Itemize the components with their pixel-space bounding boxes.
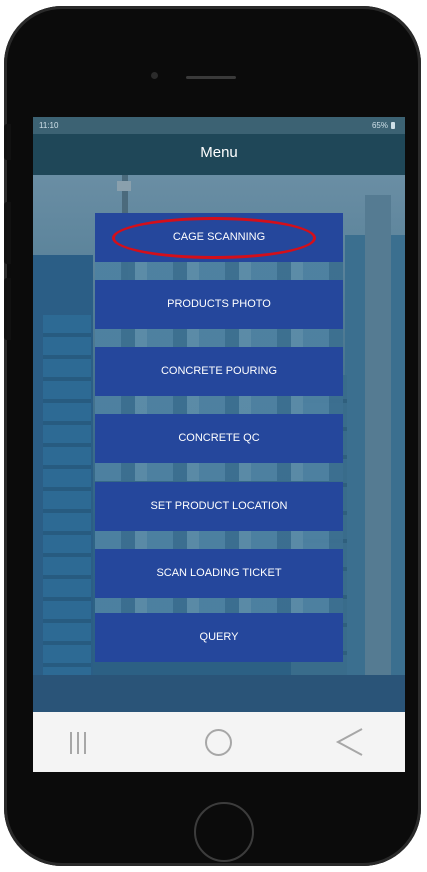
- building-right-column: [365, 195, 391, 712]
- front-camera-icon: [151, 72, 158, 79]
- status-time: 11:10: [39, 121, 59, 130]
- concrete-qc-label: CONCRETE QC: [178, 432, 260, 444]
- set-product-location-button[interactable]: SET PRODUCT LOCATION: [95, 482, 343, 531]
- volume-down-button: [4, 278, 11, 340]
- background-strip: [95, 329, 343, 347]
- battery-percent: 65%: [371, 121, 388, 130]
- page-title: Menu: [200, 144, 238, 161]
- background-strip: [95, 463, 343, 481]
- concrete-pouring-label: CONCRETE POURING: [160, 365, 278, 377]
- highlight-annotation-ring: [112, 217, 316, 259]
- volume-up-button: [4, 202, 11, 264]
- back-icon[interactable]: [335, 726, 365, 758]
- recent-apps-icon[interactable]: [70, 732, 90, 754]
- app-bar: Menu: [33, 134, 405, 175]
- concrete-qc-button[interactable]: CONCRETE QC: [95, 414, 343, 463]
- products-photo-button[interactable]: PRODUCTS PHOTO: [95, 280, 343, 329]
- battery-icon: [391, 122, 395, 129]
- system-nav-bar: [33, 712, 405, 772]
- scan-loading-ticket-label: SCAN LOADING TICKET: [156, 567, 282, 579]
- building-left-windows: [43, 315, 91, 712]
- products-photo-label: PRODUCTS PHOTO: [167, 298, 271, 310]
- ground: [33, 675, 405, 712]
- background-strip: [95, 531, 343, 549]
- scan-loading-ticket-button[interactable]: SCAN LOADING TICKET: [95, 549, 343, 598]
- set-product-location-label: SET PRODUCT LOCATION: [150, 500, 288, 512]
- hardware-home-button[interactable]: [194, 802, 254, 862]
- concrete-pouring-button[interactable]: CONCRETE POURING: [95, 347, 343, 396]
- status-bar: 11:10 65%: [33, 117, 405, 134]
- home-icon[interactable]: [205, 729, 232, 756]
- battery-status: 65%: [372, 121, 395, 130]
- screen: 11:10 65% Menu CAGE SCANNING PRODUCTS PH…: [33, 117, 405, 772]
- background-strip: [95, 262, 343, 280]
- earpiece: [186, 76, 236, 79]
- query-button[interactable]: QUERY: [95, 613, 343, 662]
- crane-top: [117, 181, 131, 191]
- mute-switch: [4, 124, 11, 160]
- query-label: QUERY: [199, 631, 239, 643]
- background-strip: [95, 396, 343, 414]
